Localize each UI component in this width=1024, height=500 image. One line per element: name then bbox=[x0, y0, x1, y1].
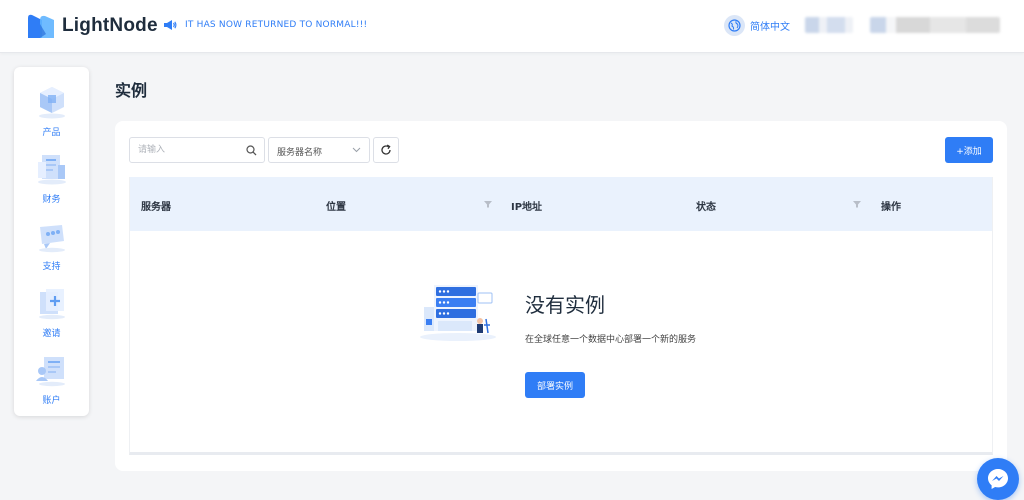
sidebar-item-account[interactable]: 账户 bbox=[14, 353, 89, 413]
globe-icon bbox=[724, 15, 745, 36]
finance-icon bbox=[38, 155, 66, 185]
table-header: 服务器 位置 IP地址 状态 操作 bbox=[130, 177, 992, 231]
chevron-down-icon bbox=[352, 147, 361, 153]
megaphone-icon bbox=[164, 20, 177, 30]
support-icon bbox=[39, 225, 65, 253]
search-input[interactable] bbox=[130, 138, 242, 162]
sidebar-item-product[interactable]: 产品 bbox=[14, 85, 89, 145]
column-status: 状态 bbox=[696, 202, 716, 213]
status-filter-icon[interactable] bbox=[853, 200, 861, 208]
lightnode-logo-icon bbox=[28, 14, 54, 39]
top-header: LightNode IT HAS NOW RETURNED TO NORMAL!… bbox=[0, 0, 1024, 53]
column-server: 服务器 bbox=[141, 202, 171, 213]
search-icon[interactable] bbox=[246, 145, 257, 156]
search-field-select[interactable]: 服务器名称 bbox=[268, 137, 370, 163]
empty-servers-illustration bbox=[420, 285, 496, 341]
deploy-instance-button[interactable]: 部署实例 bbox=[525, 372, 585, 398]
sidebar: 产品 财务 支持 邀请 账户 bbox=[14, 67, 89, 416]
account-icon bbox=[36, 357, 65, 387]
brand-logo[interactable]: LightNode bbox=[26, 12, 158, 40]
column-ip: IP地址 bbox=[511, 202, 543, 213]
blurred-balance[interactable] bbox=[805, 17, 853, 33]
location-filter-icon[interactable] bbox=[484, 200, 492, 208]
instances-card: 服务器名称 +添加 服务器 位置 IP地址 状态 操作 bbox=[115, 121, 1007, 471]
notice-banner: IT HAS NOW RETURNED TO NORMAL!!! bbox=[163, 18, 367, 32]
invite-icon bbox=[39, 289, 65, 320]
messenger-icon bbox=[988, 469, 1008, 489]
brand-name: LightNode bbox=[62, 15, 158, 36]
instances-table: 服务器 位置 IP地址 状态 操作 没有实例 在全球任意一个数据中心部署一个新的… bbox=[129, 177, 993, 455]
add-instance-button[interactable]: +添加 bbox=[945, 137, 993, 163]
page-title: 实例 bbox=[115, 81, 148, 100]
search-box[interactable] bbox=[129, 137, 265, 163]
empty-state-description: 在全球任意一个数据中心部署一个新的服务 bbox=[525, 335, 697, 345]
refresh-button[interactable] bbox=[373, 137, 399, 163]
blurred-user-account[interactable] bbox=[870, 17, 1000, 33]
language-switcher[interactable]: 简体中文 bbox=[724, 15, 790, 36]
messenger-chat-button[interactable] bbox=[977, 458, 1019, 500]
sidebar-item-support[interactable]: 支持 bbox=[14, 219, 89, 279]
refresh-icon bbox=[381, 144, 391, 155]
notice-text: IT HAS NOW RETURNED TO NORMAL!!! bbox=[185, 20, 368, 30]
sidebar-item-finance[interactable]: 财务 bbox=[14, 152, 89, 212]
select-value: 服务器名称 bbox=[277, 148, 323, 158]
product-icon bbox=[39, 87, 65, 119]
empty-state-title: 没有实例 bbox=[525, 293, 605, 317]
language-label: 简体中文 bbox=[750, 22, 790, 33]
sidebar-item-invite[interactable]: 邀请 bbox=[14, 286, 89, 346]
column-location: 位置 bbox=[326, 202, 346, 213]
column-actions: 操作 bbox=[881, 202, 901, 213]
